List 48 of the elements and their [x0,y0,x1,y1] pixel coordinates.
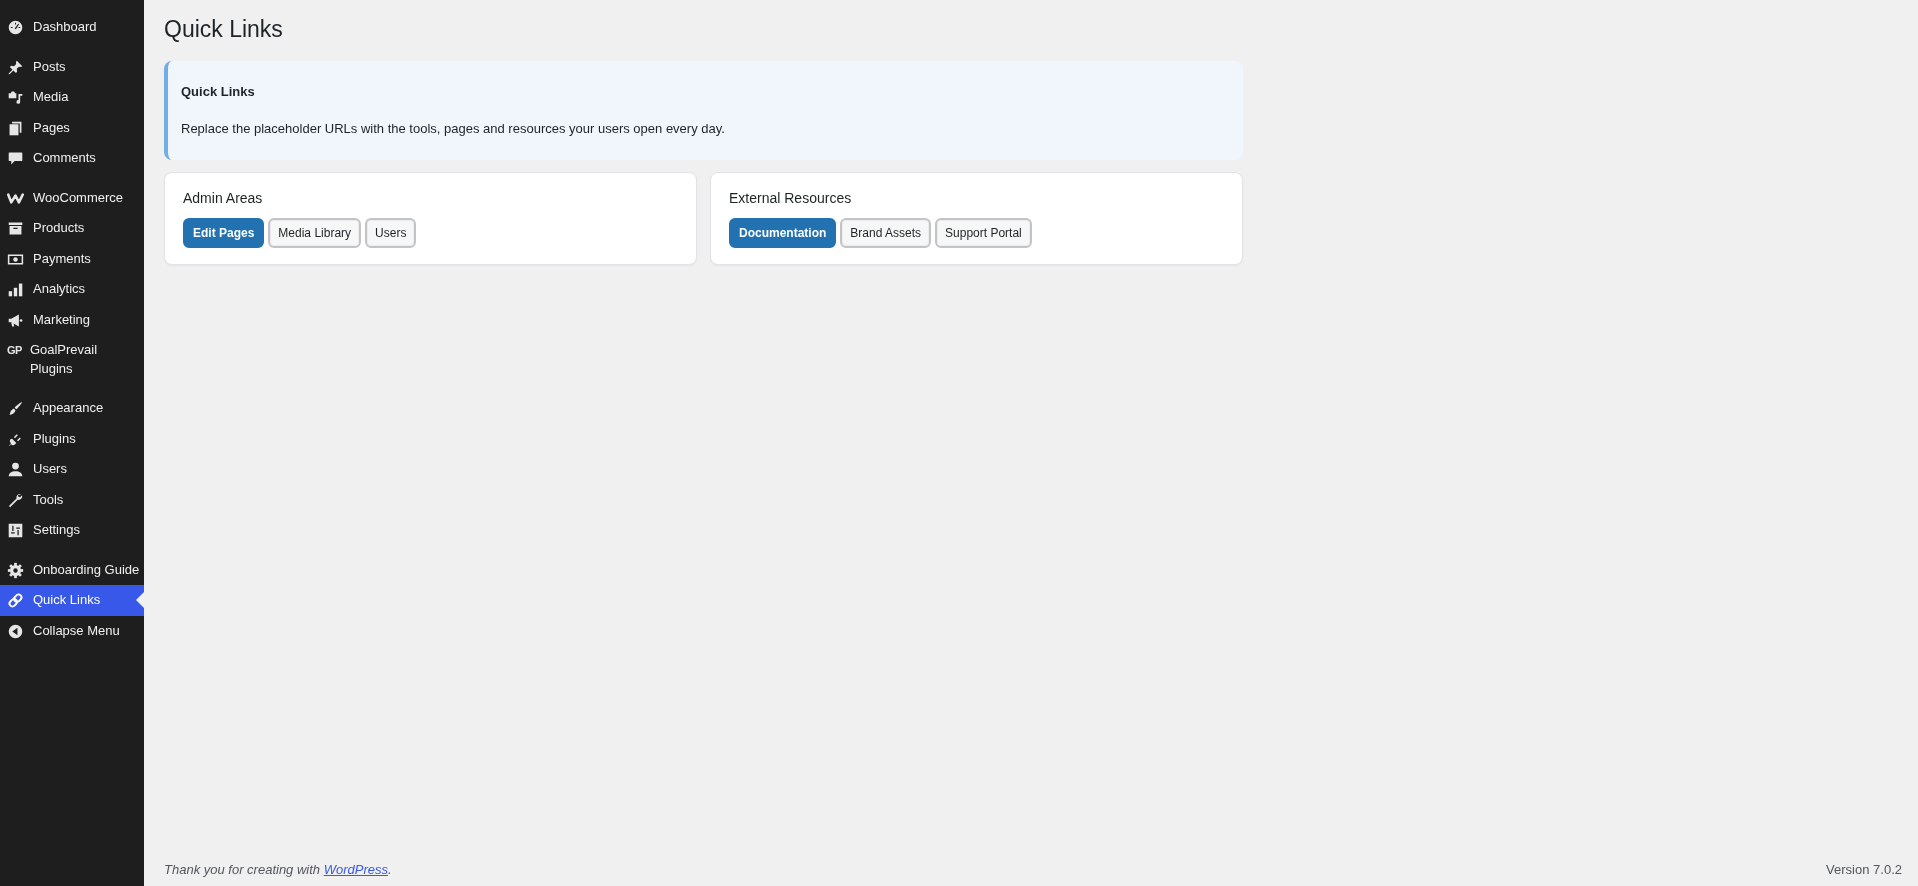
speech-bubble-icon [7,150,24,167]
sidebar-menu-item[interactable]: Media [0,82,144,113]
quick-link-button[interactable]: Documentation [729,218,837,248]
notice-heading: Quick Links [181,83,256,101]
archive-box-icon [7,220,24,237]
card-heading: External Resources [729,189,853,208]
sidebar-menu-item[interactable]: Payments [0,243,144,274]
notice-text: Replace the placeholder URLs with the tools, pages and resources your users open every day. [181,120,726,138]
letters-logo-icon: GP [7,341,22,360]
sidebar-menu-item[interactable]: Onboarding Guide [0,554,144,585]
paintbrush-icon [7,400,24,417]
version-text: Version 7.0.2 [1826,861,1902,879]
link-icon [7,592,24,609]
gauge-icon [7,19,24,36]
sidebar-menu-item[interactable]: Posts [0,51,144,82]
card-heading: Admin Areas [183,189,264,208]
quick-link-button[interactable]: Media Library [268,218,362,248]
footer-link[interactable]: WordPress [323,862,388,877]
quick-link-button[interactable]: Edit Pages [183,218,265,248]
sidebar-menu-item[interactable]: Appearance [0,393,144,424]
quick-link-button[interactable]: Brand Assets [840,218,932,248]
quick-link-button[interactable]: Support Portal [935,218,1032,248]
sidebar-menu-item[interactable]: GP GoalPrevail Plugins [0,335,144,384]
camera-and-note-icon [7,89,24,106]
sidebar-menu-item[interactable]: Collapse Menu [0,615,144,646]
sidebar-menu-item[interactable]: Users [0,454,144,485]
sidebar-menu-item[interactable]: Settings [0,515,144,546]
sidebar-menu-item[interactable]: Comments [0,143,144,174]
sliders-icon [7,522,24,539]
sidebar-menu-item[interactable]: Plugins [0,423,144,454]
page-title: Quick Links [164,15,283,44]
sidebar-menu-item[interactable]: WooCommerce [0,182,144,213]
sidebar-menu-item[interactable]: Pages [0,112,144,143]
sidebar-menu-item[interactable]: Quick Links [0,585,144,616]
pages-icon [7,119,24,137]
quick-link-button[interactable]: Users [365,218,417,248]
person-icon [7,461,24,478]
sidebar-menu-item[interactable]: Products [0,213,144,244]
wrench-icon [7,491,24,509]
sidebar-menu-item[interactable]: Analytics [0,274,144,305]
footer-thanks-text: Thank you for creating with WordPress. [164,861,392,879]
pointer-triangle-icon [136,592,144,609]
sidebar-menu-item[interactable]: Marketing [0,304,144,335]
sidebar-menu-item[interactable]: Dashboard [0,12,144,43]
pushpin-icon [7,58,24,76]
sidebar-menu-item[interactable]: Tools [0,484,144,515]
gear-icon [7,561,24,579]
bar-chart-icon [7,281,24,298]
